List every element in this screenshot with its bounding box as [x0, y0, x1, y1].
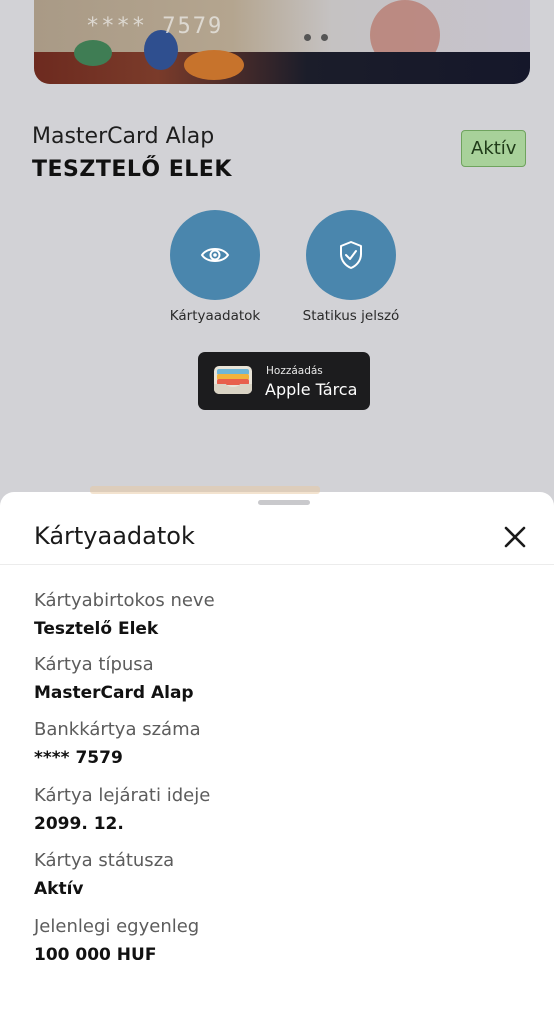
- detail-value: 100 000 HUF: [34, 945, 157, 965]
- close-icon: [504, 526, 526, 548]
- static-password-action[interactable]: Statikus jelszó: [286, 210, 416, 324]
- detail-label: Kártya lejárati ideje: [34, 785, 211, 806]
- wallet-icon: [214, 366, 252, 394]
- static-password-button[interactable]: [306, 210, 396, 300]
- background-screen: **** 7579 MasterCard Alap TESZTELŐ ELEK …: [0, 0, 554, 520]
- card-details-label: Kártyaadatok: [169, 308, 261, 324]
- detail-value: **** 7579: [34, 748, 123, 768]
- eye-icon: [200, 248, 230, 262]
- detail-card-type: Kártya típusa MasterCard Alap: [34, 654, 194, 703]
- detail-value: Aktív: [34, 879, 84, 899]
- detail-balance: Jelenlegi egyenleg 100 000 HUF: [34, 916, 199, 965]
- wallet-add-label: Hozzáadás: [266, 365, 323, 377]
- detail-label: Kártya típusa: [34, 654, 154, 675]
- card-masked-number: **** 7579: [86, 14, 224, 39]
- detail-expiry: Kártya lejárati ideje 2099. 12.: [34, 785, 210, 834]
- card-type-name: MasterCard Alap: [32, 124, 215, 149]
- detail-value: MasterCard Alap: [34, 683, 194, 703]
- wallet-name-label: Apple Tárca: [265, 380, 358, 399]
- card-art: [74, 40, 112, 66]
- card-details-action[interactable]: Kártyaadatok: [150, 210, 280, 324]
- card-details-sheet: Kártyaadatok Kártyabirtokos neve Tesztel…: [0, 486, 554, 1016]
- detail-label: Kártyabirtokos neve: [34, 590, 215, 611]
- sheet-divider: [0, 564, 554, 565]
- card-details-button[interactable]: [170, 210, 260, 300]
- underlying-content-peek: [90, 486, 320, 494]
- detail-status: Kártya státusza Aktív: [34, 850, 174, 899]
- add-to-apple-wallet-button[interactable]: Hozzáadás Apple Tárca: [198, 352, 370, 410]
- detail-value: 2099. 12.: [34, 814, 124, 834]
- bank-card[interactable]: **** 7579: [34, 0, 530, 84]
- detail-label: Jelenlegi egyenleg: [34, 916, 200, 937]
- static-password-label: Statikus jelszó: [302, 308, 400, 324]
- sheet-grabber[interactable]: [258, 500, 310, 505]
- sheet-title: Kártyaadatok: [34, 522, 195, 550]
- close-button[interactable]: [500, 522, 530, 552]
- card-page-indicator: [304, 26, 338, 45]
- detail-label: Kártya státusza: [34, 850, 175, 871]
- card-art: [184, 50, 244, 80]
- detail-value: Tesztelő Elek: [34, 619, 159, 639]
- detail-holder-name: Kártyabirtokos neve Tesztelő Elek: [34, 590, 215, 639]
- shield-check-icon: [340, 241, 362, 269]
- status-badge: Aktív: [461, 130, 527, 167]
- detail-label: Bankkártya száma: [34, 719, 201, 740]
- card-holder-name: TESZTELŐ ELEK: [32, 157, 232, 182]
- detail-card-number: Bankkártya száma **** 7579: [34, 719, 201, 768]
